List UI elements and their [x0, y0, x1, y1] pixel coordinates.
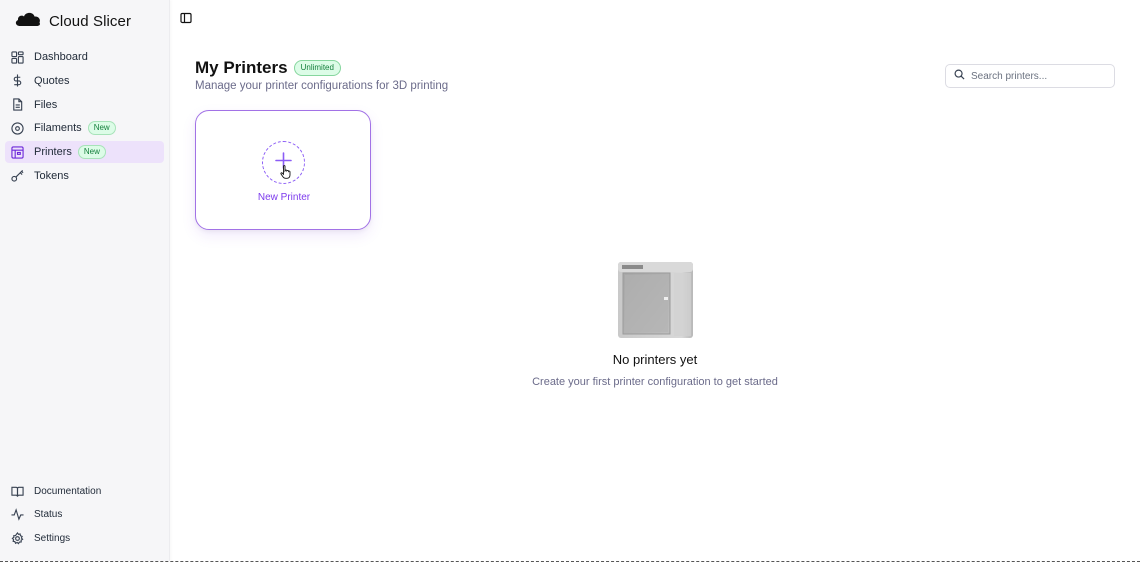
bottom-divider: [0, 561, 1140, 562]
sidebar-item-printers[interactable]: Printers New: [5, 141, 164, 164]
sidebar-toggle-button[interactable]: [180, 11, 192, 29]
panel-left-icon: [180, 11, 192, 29]
sidebar-item-label: Dashboard: [34, 51, 88, 63]
page-title: My Printers: [195, 58, 288, 77]
printer-icon: [11, 146, 24, 159]
search-icon: [954, 67, 965, 85]
sidebar-nav: Dashboard Quotes Files Filaments New Pri…: [5, 46, 164, 189]
sidebar-item-tokens[interactable]: Tokens: [5, 165, 164, 187]
activity-icon: [11, 508, 24, 522]
new-printer-label: New Printer: [257, 192, 311, 203]
plan-badge: Unlimited: [293, 60, 341, 76]
spool-icon: [11, 122, 24, 135]
sidebar-item-label: Status: [34, 509, 63, 521]
empty-state-title: No printers yet: [612, 352, 698, 367]
page-subtitle: Manage your printer configurations for 3…: [195, 80, 449, 92]
dashboard-grid-icon: [11, 50, 24, 64]
hand-cursor-icon: [280, 165, 292, 184]
brand[interactable]: Cloud Slicer: [14, 10, 131, 32]
sidebar-item-quotes[interactable]: Quotes: [5, 70, 164, 92]
sidebar-item-filaments[interactable]: Filaments New: [5, 117, 164, 139]
book-icon: [11, 485, 24, 498]
sidebar-item-label: Documentation: [34, 485, 102, 497]
sidebar-item-label: Filaments: [34, 122, 82, 135]
key-icon: [11, 169, 24, 183]
sidebar-item-status[interactable]: Status: [5, 504, 164, 526]
cloud-icon: [14, 11, 41, 32]
sidebar-item-files[interactable]: Files: [5, 94, 164, 116]
sidebar-item-label: Settings: [34, 533, 71, 545]
title-row: My Printers Unlimited: [195, 58, 341, 78]
sidebar-item-label: Tokens: [34, 169, 69, 182]
sidebar-item-label: Quotes: [34, 74, 70, 87]
sidebar-item-label: Files: [34, 98, 58, 111]
sidebar-item-dashboard[interactable]: Dashboard: [5, 46, 164, 68]
file-icon: [11, 98, 24, 111]
search-box[interactable]: [945, 64, 1115, 88]
app-name: Cloud Slicer: [49, 12, 132, 30]
empty-state-description: Create your first printer configuration …: [532, 376, 778, 388]
dollar-icon: [11, 74, 24, 87]
gear-icon: [11, 532, 24, 545]
sidebar-bottom-nav: Documentation Status Settings: [5, 480, 164, 551]
sidebar-item-documentation[interactable]: Documentation: [5, 480, 164, 502]
new-badge: New: [87, 121, 116, 136]
sidebar-item-settings[interactable]: Settings: [5, 528, 164, 550]
search-input[interactable]: [971, 70, 1106, 82]
sidebar-item-label: Printers: [34, 146, 72, 159]
new-printer-card[interactable]: New Printer: [195, 110, 371, 230]
new-badge: New: [77, 145, 106, 160]
printer-illustration: [616, 261, 694, 339]
sidebar: Cloud Slicer Dashboard Quotes Files Fila…: [0, 0, 170, 561]
